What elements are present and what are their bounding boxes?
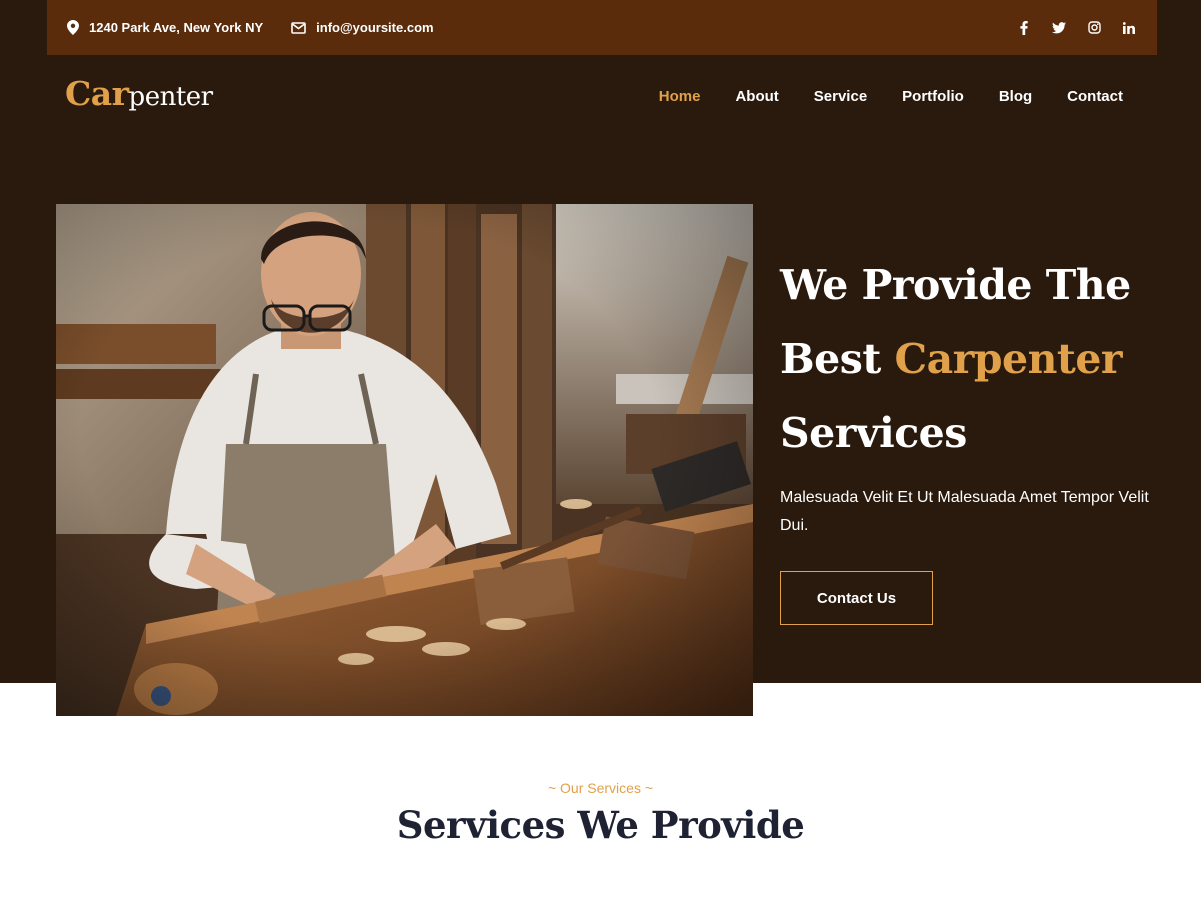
nav-item-blog[interactable]: Blog	[999, 88, 1032, 105]
services-kicker: ~ Our Services ~	[547, 780, 654, 796]
email-info[interactable]: info@yoursite.com	[291, 20, 434, 35]
logo-part-penter: penter	[128, 82, 214, 112]
twitter-icon[interactable]	[1051, 20, 1067, 36]
hero-title-line3: Services	[780, 409, 967, 457]
facebook-icon[interactable]	[1016, 20, 1032, 36]
address-info: 1240 Park Ave, New York NY	[67, 20, 263, 35]
contact-us-button[interactable]: Contact Us	[780, 571, 933, 625]
nav-item-home[interactable]: Home	[659, 88, 701, 105]
hero-image	[56, 204, 753, 716]
envelope-icon	[291, 21, 306, 34]
logo-part-car: Car	[65, 74, 129, 113]
hero-title-best: Best	[780, 335, 881, 383]
hero-title-line1: We Provide The	[780, 261, 1131, 309]
linkedin-icon[interactable]	[1121, 20, 1137, 36]
email-text[interactable]: info@yoursite.com	[316, 20, 433, 35]
nav-item-portfolio[interactable]: Portfolio	[902, 88, 964, 105]
main-nav: Home About Service Portfolio Blog Contac…	[624, 88, 1123, 105]
hero-title: We Provide The Best Carpenter Services	[780, 248, 1180, 470]
map-pin-icon	[67, 20, 79, 35]
nav-item-about[interactable]: About	[735, 88, 778, 105]
top-info-bar: 1240 Park Ave, New York NY info@yoursite…	[47, 0, 1157, 55]
address-text: 1240 Park Ave, New York NY	[89, 20, 264, 35]
hero-description: Malesuada Velit Et Ut Malesuada Amet Tem…	[780, 489, 1149, 534]
hero-title-highlight: Carpenter	[894, 335, 1123, 383]
social-links	[997, 20, 1137, 36]
nav-item-contact[interactable]: Contact	[1067, 88, 1123, 105]
instagram-icon[interactable]	[1086, 20, 1102, 36]
services-title: Services We Provide	[396, 803, 805, 847]
nav-item-service[interactable]: Service	[814, 88, 867, 105]
site-logo[interactable]: Carpenter	[65, 74, 213, 113]
